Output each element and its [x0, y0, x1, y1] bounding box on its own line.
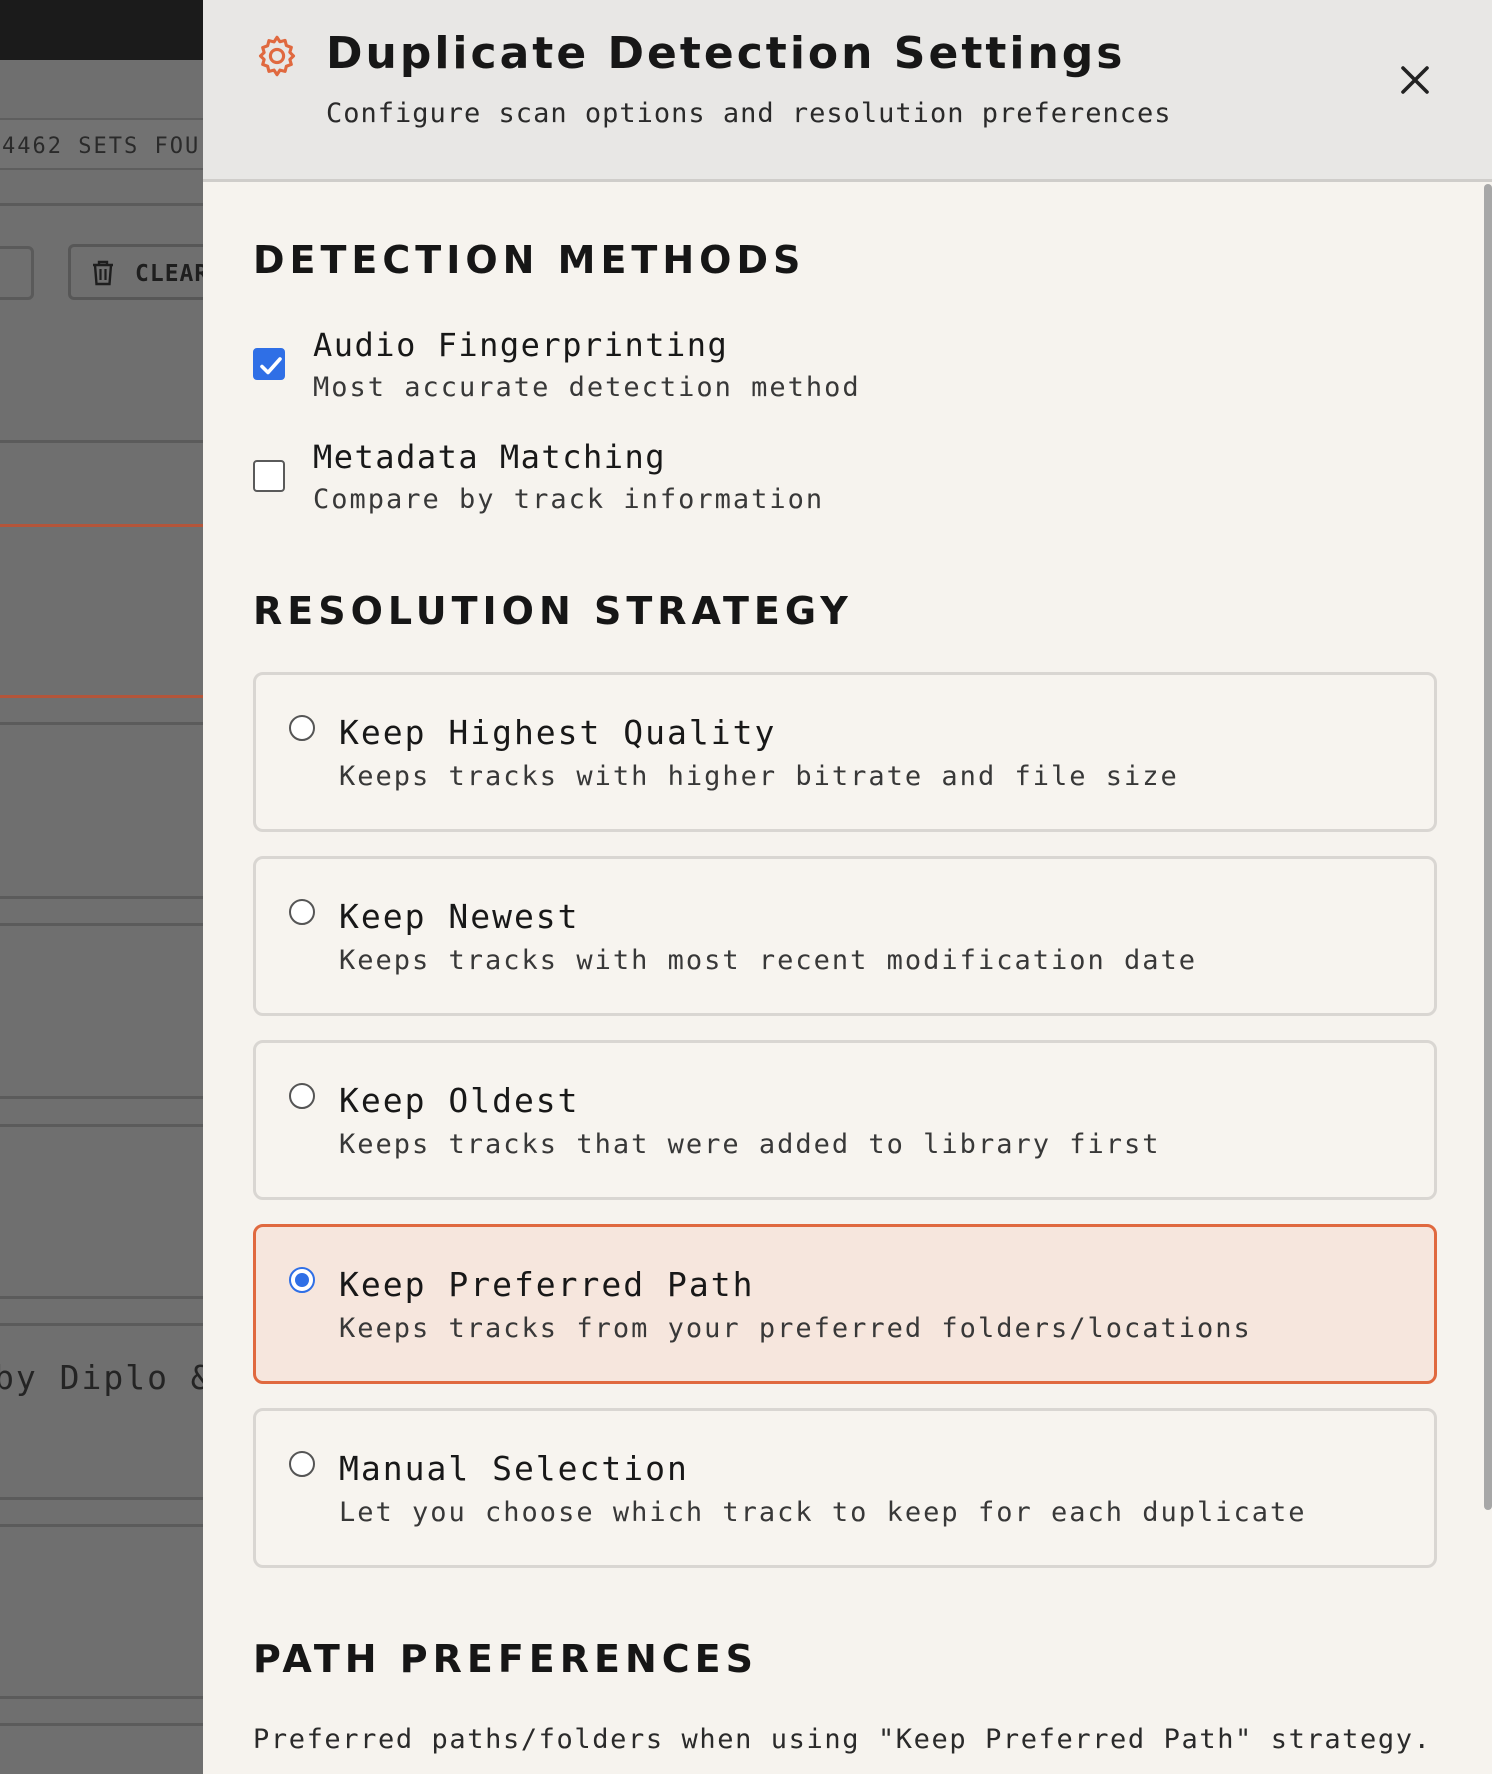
strategy-description: Let you choose which track to keep for e…	[339, 1497, 1307, 1528]
divider	[0, 1696, 203, 1699]
checkmark-icon	[260, 357, 282, 375]
metadata-matching-checkbox[interactable]	[253, 460, 285, 492]
divider	[0, 722, 203, 725]
close-icon[interactable]	[1395, 60, 1435, 100]
clear-button-label: CLEAR	[135, 261, 203, 287]
strategy-manual-selection[interactable]: Manual Selection Let you choose which tr…	[253, 1408, 1437, 1568]
divider	[0, 203, 203, 206]
divider	[0, 923, 203, 926]
audio-fingerprinting-option[interactable]: Audio Fingerprinting Most accurate detec…	[253, 326, 953, 416]
strategy-radio[interactable]	[289, 715, 315, 741]
option-description: Compare by track information	[313, 484, 825, 515]
divider	[0, 1096, 203, 1099]
divider	[0, 1723, 203, 1726]
sets-found-bar: 4462 SETS FOU	[0, 118, 203, 170]
divider	[0, 1296, 203, 1299]
divider	[0, 440, 203, 443]
metadata-matching-option[interactable]: Metadata Matching Compare by track infor…	[253, 438, 953, 528]
search-input[interactable]	[0, 246, 34, 300]
gear-icon	[258, 35, 296, 77]
audio-fingerprinting-checkbox[interactable]	[253, 348, 285, 380]
divider	[0, 896, 203, 899]
strategy-label: Keep Newest	[339, 897, 580, 936]
divider	[0, 1124, 203, 1127]
background-app: 4462 SETS FOU CLEAR by Diplo &	[0, 0, 203, 1774]
strategy-label: Keep Highest Quality	[339, 713, 777, 752]
strategy-label: Keep Preferred Path	[339, 1265, 755, 1304]
divider	[0, 1524, 203, 1527]
strategy-description: Keeps tracks from your preferred folders…	[339, 1313, 1252, 1344]
scrollbar[interactable]	[1484, 184, 1492, 1510]
strategy-radio[interactable]	[289, 1451, 315, 1477]
trash-icon	[93, 260, 113, 286]
option-label: Audio Fingerprinting	[313, 326, 729, 364]
divider	[0, 1323, 203, 1326]
strategy-radio[interactable]	[289, 899, 315, 925]
panel-header: Duplicate Detection Settings Configure s…	[203, 0, 1492, 182]
option-description: Most accurate detection method	[313, 372, 861, 403]
strategy-keep-highest-quality[interactable]: Keep Highest Quality Keeps tracks with h…	[253, 672, 1437, 832]
clear-button[interactable]: CLEAR	[68, 244, 203, 300]
strategy-keep-newest[interactable]: Keep Newest Keeps tracks with most recen…	[253, 856, 1437, 1016]
divider	[0, 1497, 203, 1500]
artist-text: by Diplo &	[0, 1358, 203, 1397]
settings-panel: Duplicate Detection Settings Configure s…	[203, 0, 1492, 1774]
strategy-radio[interactable]	[289, 1267, 315, 1293]
sets-found-text: 4462 SETS FOU	[2, 134, 201, 159]
strategy-description: Keeps tracks that were added to library …	[339, 1129, 1161, 1160]
resolution-strategy-title: RESOLUTION STRATEGY	[253, 589, 853, 633]
strategy-keep-preferred-path[interactable]: Keep Preferred Path Keeps tracks from yo…	[253, 1224, 1437, 1384]
strategy-radio[interactable]	[289, 1083, 315, 1109]
detection-methods-title: DETECTION METHODS	[253, 238, 806, 282]
panel-subtitle: Configure scan options and resolution pr…	[326, 98, 1172, 129]
option-label: Metadata Matching	[313, 438, 667, 476]
strategy-keep-oldest[interactable]: Keep Oldest Keeps tracks that were added…	[253, 1040, 1437, 1200]
strategy-description: Keeps tracks with higher bitrate and fil…	[339, 761, 1179, 792]
panel-title: Duplicate Detection Settings	[326, 28, 1126, 79]
strategy-label: Manual Selection	[339, 1449, 689, 1488]
path-preferences-title: PATH PREFERENCES	[253, 1637, 758, 1681]
background-topbar	[0, 0, 203, 60]
path-preferences-description: Preferred paths/folders when using "Keep…	[253, 1724, 1432, 1755]
strategy-label: Keep Oldest	[339, 1081, 580, 1120]
accent-divider	[0, 695, 203, 698]
strategy-description: Keeps tracks with most recent modificati…	[339, 945, 1198, 976]
accent-divider	[0, 524, 203, 527]
